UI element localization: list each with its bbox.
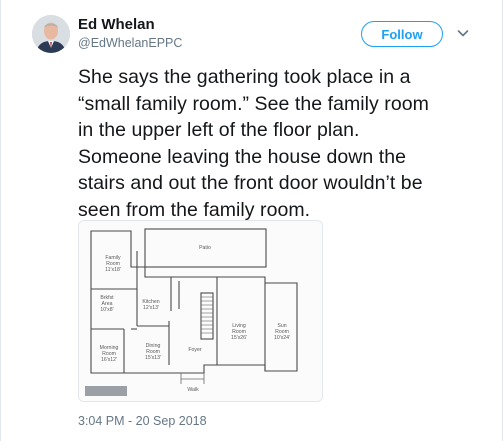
plan-label-bkfst-size: 10'x8' <box>100 307 113 313</box>
tweet-text: She says the gathering took place in a “… <box>78 64 478 223</box>
tweet-text-line: in the upper left of the floor plan. <box>78 119 360 141</box>
chevron-down-icon[interactable] <box>456 26 470 40</box>
plan-label-walk: Walk <box>187 387 199 393</box>
tweet-text-line: stairs and out the front door wouldn’t b… <box>78 172 423 194</box>
plan-label-foyer: Foyer <box>188 347 202 353</box>
tweet-text-line: She says the gathering took place in a <box>78 66 411 88</box>
watermark-badge <box>85 386 127 396</box>
plan-label-dining-size: 15'x13' <box>145 355 161 361</box>
plan-label-morning-size: 16'x12' <box>101 357 117 363</box>
tweet-card: Ed Whelan @EdWhelanEPPC Follow She says … <box>0 0 503 441</box>
avatar-image <box>32 15 70 53</box>
author-handle[interactable]: @EdWhelanEPPC <box>78 36 182 50</box>
plan-label-patio: Patio <box>199 245 211 251</box>
floor-plan-image[interactable]: Patio Family Room 11'x18' Brkfst Area 10… <box>78 220 323 402</box>
tweet-text-line: “small family room.” See the family room <box>78 92 429 115</box>
floor-plan: Patio Family Room 11'x18' Brkfst Area 10… <box>79 221 322 401</box>
plan-label-kitchen-size: 12'x13' <box>143 305 159 311</box>
plan-label-sun-size: 10'x24' <box>274 335 290 341</box>
follow-button[interactable]: Follow <box>361 21 443 47</box>
author-name[interactable]: Ed Whelan <box>78 16 155 33</box>
tweet-timestamp[interactable]: 3:04 PM - 20 Sep 2018 <box>78 414 207 428</box>
avatar[interactable] <box>32 15 70 53</box>
tweet-text-line: Someone leaving the house down the <box>78 145 407 168</box>
plan-label-family-size: 11'x18' <box>105 267 121 273</box>
plan-label-living-size: 15'x26' <box>231 335 247 341</box>
